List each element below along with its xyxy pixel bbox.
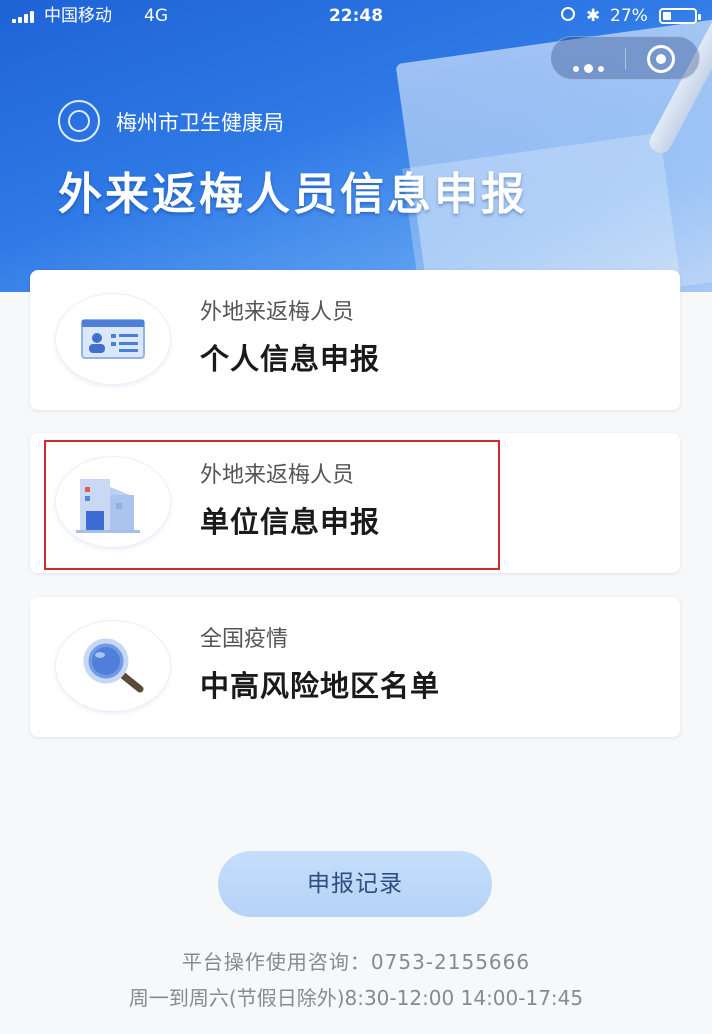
clock: 22:48 — [328, 6, 384, 26]
risk-areas-card[interactable]: 全国疫情 中高风险地区名单 — [30, 597, 680, 737]
service-hours: 周一到周六(节假日除外)8:30-12:00 14:00-17:45 — [128, 986, 584, 1010]
card-icon-circle — [56, 621, 170, 711]
mini-program-capsule — [550, 36, 700, 80]
capsule-divider — [625, 48, 626, 70]
card-subtitle: 全国疫情 — [200, 627, 289, 652]
card-icon-circle — [56, 294, 170, 384]
battery-percentage: 27% — [610, 6, 648, 26]
id-card-icon — [81, 319, 145, 359]
alarm-icon — [561, 7, 575, 21]
page-title: 外来返梅人员信息申报 — [58, 169, 528, 220]
header-banner: 中国移动 4G 22:48 ✱ 27% 梅州市卫生健康局 外来返梅人员信息申报 — [0, 0, 712, 292]
highlight-box — [44, 440, 500, 570]
card-subtitle: 外地来返梅人员 — [200, 300, 355, 325]
magnifier-icon — [83, 638, 144, 693]
card-title: 中高风险地区名单 — [200, 669, 441, 703]
health-bureau-logo-icon — [58, 100, 100, 142]
status-bar: 中国移动 4G 22:48 ✱ 27% — [0, 0, 712, 32]
close-mini-program-icon[interactable] — [647, 45, 675, 73]
organization-name: 梅州市卫生健康局 — [116, 111, 284, 135]
bluetooth-icon: ✱ — [586, 6, 601, 26]
personal-info-card[interactable]: 外地来返梅人员 个人信息申报 — [30, 270, 680, 410]
card-title: 个人信息申报 — [200, 342, 381, 376]
more-menu-icon[interactable] — [573, 57, 609, 76]
battery-icon — [659, 8, 701, 24]
declaration-records-button[interactable]: 申报记录 — [218, 851, 492, 917]
support-hotline: 平台操作使用咨询：0753-2155666 — [181, 950, 531, 974]
